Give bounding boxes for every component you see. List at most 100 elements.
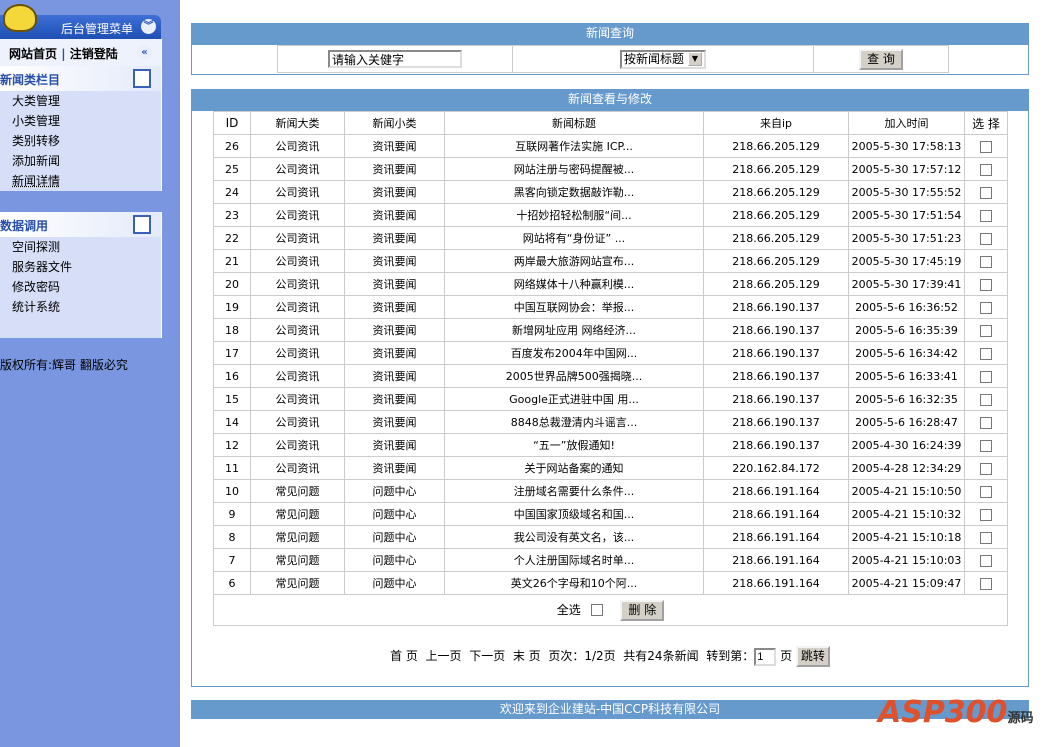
sidebar: 后台管理菜单 ︾ 网站首页 | 注销登陆 « 新闻类栏目 大类管理 小类管理 类… [0,0,180,747]
last-page-link[interactable]: 末 页 [513,649,541,663]
sidebar-item-server-files[interactable]: 服务器文件 [0,257,161,277]
row-checkbox[interactable] [980,140,992,153]
select-all-checkbox[interactable] [590,604,603,616]
row-checkbox[interactable] [980,209,992,222]
title-cell[interactable]: 8848总裁澄清内斗谣言... [444,410,704,434]
row-checkbox[interactable] [980,531,992,544]
sidebar-item-category-transfer[interactable]: 类别转移 [0,131,161,151]
title-cell[interactable]: 中国国家顶级域名和国... [444,502,704,526]
search-button[interactable]: 查 询 [859,48,903,70]
row-checkbox[interactable] [980,439,992,452]
row-checkbox[interactable] [980,324,992,337]
search-field-select[interactable]: 按新闻标题 ▼ [619,49,706,69]
title-cell[interactable]: 两岸最大旅游网站宣布... [444,249,704,273]
title-cell[interactable]: 中国互联网协会：举报... [444,295,704,319]
category-cell: 公司资讯 [250,456,345,480]
title-cell[interactable]: 黑客向锁定数据敲诈勒... [444,180,704,204]
sidebar-item-add-news[interactable]: 添加新闻 [0,151,161,171]
time-cell: 2005-5-30 17:51:23 [848,226,965,250]
row-checkbox[interactable] [980,577,992,590]
title-cell[interactable]: 个人注册国际域名时单... [444,548,704,572]
sidebar-item-change-password[interactable]: 修改密码 [0,277,161,297]
column-header: 来自ip [703,111,849,135]
title-cell[interactable]: 关于网站备案的通知 [444,456,704,480]
sidebar-item-space-probe[interactable]: 空间探测 [0,237,161,257]
title-cell[interactable]: 十招妙招轻松制服“间... [444,203,704,227]
home-link[interactable]: 网站首页 [9,47,57,61]
subcategory-cell: 问题中心 [344,548,445,572]
title-cell[interactable]: 英文26个字母和10个阿... [444,571,704,595]
column-header: 新闻小类 [344,111,445,135]
subcategory-cell: 资讯要闻 [344,433,445,457]
row-checkbox[interactable] [980,347,992,360]
title-cell[interactable]: 互联网著作法实施 ICP... [444,134,704,158]
title-cell[interactable]: 网站注册与密码提醒被... [444,157,704,181]
row-checkbox[interactable] [980,186,992,199]
title-cell[interactable]: 百度发布2004年中国网... [444,341,704,365]
table-row: 10 常见问题 问题中心 注册域名需要什么条件... 218.66.191.164 200… [213,479,1008,503]
ip-cell: 218.66.190.137 [703,433,849,457]
row-checkbox[interactable] [980,416,992,429]
row-checkbox[interactable] [980,301,992,314]
column-header: ID [213,111,251,135]
id-cell: 23 [213,203,251,227]
sidebar-item-minor-category[interactable]: 小类管理 [0,111,161,131]
table-row: 15 公司资讯 资讯要闻 Google正式进驻中国 用... 218.66.190.13… [213,387,1008,411]
row-checkbox[interactable] [980,554,992,567]
category-cell: 公司资讯 [250,180,345,204]
row-checkbox[interactable] [980,462,992,475]
title-cell[interactable]: 网站将有“身份证” ... [444,226,704,250]
time-cell: 2005-4-21 15:09:47 [848,571,965,595]
category-cell: 常见问题 [250,525,345,549]
title-cell[interactable]: 新增网址应用 网络经济... [444,318,704,342]
section-news[interactable]: 新闻类栏目 [0,66,161,91]
pager: 首 页 上一页 下一页 末 页 页次：1/2页 共有24条新闻 转到第： 页 跳… [192,646,1028,667]
time-cell: 2005-4-21 15:10:18 [848,525,965,549]
time-cell: 2005-4-21 15:10:50 [848,479,965,503]
subcategory-cell: 资讯要闻 [344,295,445,319]
title-cell[interactable]: 我公司没有英文名，该... [444,525,704,549]
row-checkbox[interactable] [980,393,992,406]
category-cell: 公司资讯 [250,249,345,273]
jump-button[interactable]: 跳转 [795,646,830,667]
sidebar-item-statistics[interactable]: 统计系统 [0,297,161,317]
next-page-link[interactable]: 下一页 [469,649,505,663]
category-cell: 公司资讯 [250,341,345,365]
logout-link[interactable]: 注销登陆 [70,47,118,61]
id-cell: 19 [213,295,251,319]
column-header: 新闻大类 [250,111,345,135]
row-checkbox[interactable] [980,485,992,498]
subcategory-cell: 资讯要闻 [344,249,445,273]
category-cell: 公司资讯 [250,134,345,158]
delete-button[interactable]: 删 除 [620,599,665,621]
row-checkbox[interactable] [980,232,992,245]
title-cell[interactable]: “五一”放假通知! [444,433,704,457]
time-cell: 2005-5-30 17:57:12 [848,157,965,181]
subcategory-cell: 资讯要闻 [344,341,445,365]
subcategory-cell: 资讯要闻 [344,203,445,227]
prev-page-link[interactable]: 上一页 [426,649,462,663]
row-checkbox[interactable] [980,255,992,268]
time-cell: 2005-5-30 17:39:41 [848,272,965,296]
row-checkbox[interactable] [980,370,992,383]
title-cell[interactable]: 2005世界品牌500强揭晓... [444,364,704,388]
sidebar-item-major-category[interactable]: 大类管理 [0,91,161,111]
section-data[interactable]: 数据调用 [0,212,161,237]
title-cell[interactable]: 网络媒体十八种赢利模... [444,272,704,296]
subcategory-cell: 资讯要闻 [344,364,445,388]
keyword-input[interactable] [328,50,462,68]
row-checkbox[interactable] [980,508,992,521]
table-row: 16 公司资讯 资讯要闻 2005世界品牌500强揭晓... 218.66.190.13… [213,364,1008,388]
row-checkbox[interactable] [980,163,992,176]
row-checkbox[interactable] [980,278,992,291]
sidebar-item-news-details[interactable]: 新闻详情 [0,171,161,191]
title-cell[interactable]: Google正式进驻中国 用... [444,387,704,411]
ip-cell: 220.162.84.172 [703,456,849,480]
title-cell[interactable]: 注册域名需要什么条件... [444,479,704,503]
first-page-link[interactable]: 首 页 [390,649,418,663]
page-input[interactable] [754,648,777,666]
table-row: 6 常见问题 问题中心 英文26个字母和10个阿... 218.66.191.164 20… [213,571,1008,595]
collapse-left-icon[interactable]: « [137,45,152,60]
collapse-down-icon[interactable]: ︾ [141,19,156,34]
subcategory-cell: 资讯要闻 [344,180,445,204]
